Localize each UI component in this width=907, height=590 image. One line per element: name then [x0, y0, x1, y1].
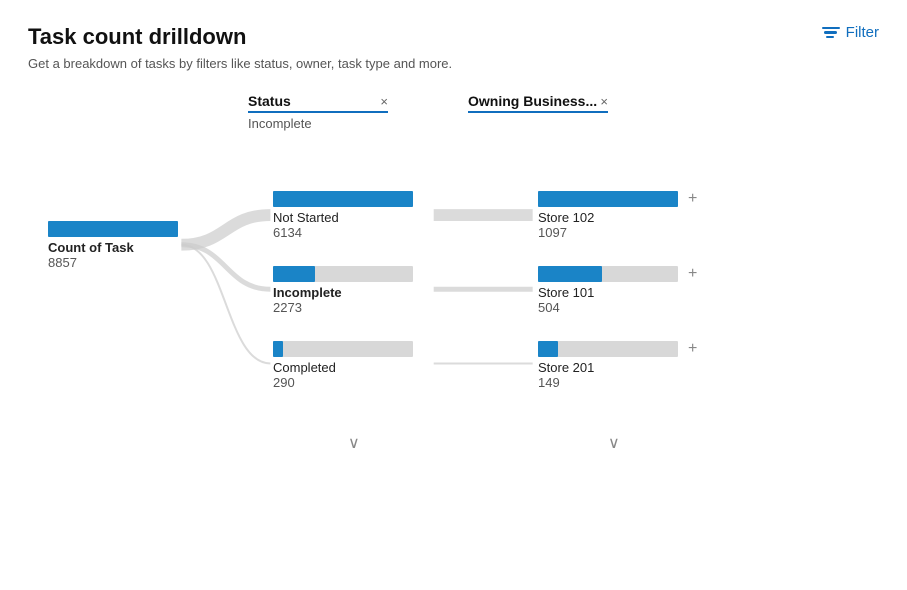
header-row: Task count drilldown Filter: [28, 24, 879, 50]
store-102-expand[interactable]: +: [688, 191, 697, 207]
node-store-102[interactable]: + Store 102 1097: [538, 191, 697, 240]
store-201-value: 149: [538, 375, 697, 390]
node-incomplete[interactable]: Incomplete 2273: [273, 266, 413, 315]
filter-button[interactable]: Filter: [822, 24, 879, 41]
completed-label: Completed: [273, 360, 413, 375]
middle-chevron[interactable]: ∨: [348, 433, 360, 453]
owning-business-filter-label: Owning Business...: [468, 93, 597, 109]
status-filter-label: Status: [248, 93, 291, 109]
root-value: 8857: [48, 255, 178, 270]
page-subtitle: Get a breakdown of tasks by filters like…: [28, 56, 879, 71]
completed-value: 290: [273, 375, 413, 390]
store-102-value: 1097: [538, 225, 697, 240]
owning-business-filter[interactable]: Owning Business... ×: [468, 93, 608, 131]
status-filter[interactable]: Status × Incomplete: [248, 93, 388, 131]
store-102-label: Store 102: [538, 210, 697, 225]
root-label: Count of Task: [48, 240, 178, 255]
store-201-label: Store 201: [538, 360, 697, 375]
filter-row: Status × Incomplete Owning Business... ×: [248, 93, 879, 131]
node-not-started[interactable]: Not Started 6134: [273, 191, 413, 240]
sankey-area: Count of Task 8857 Not Started 6134: [28, 149, 879, 479]
right-chevron[interactable]: ∨: [608, 433, 620, 453]
not-started-label: Not Started: [273, 210, 413, 225]
filter-label: Filter: [846, 24, 879, 41]
sankey-connectors: [28, 149, 879, 479]
page: Task count drilldown Filter Get a breakd…: [0, 0, 907, 590]
store-201-expand[interactable]: +: [688, 341, 697, 357]
incomplete-label: Incomplete: [273, 285, 413, 300]
status-filter-close[interactable]: ×: [380, 94, 388, 109]
page-title: Task count drilldown: [28, 24, 246, 50]
status-filter-value: Incomplete: [248, 116, 388, 131]
store-101-expand[interactable]: +: [688, 266, 697, 282]
owning-business-filter-close[interactable]: ×: [600, 94, 608, 109]
node-store-201[interactable]: + Store 201 149: [538, 341, 697, 390]
store-101-label: Store 101: [538, 285, 697, 300]
node-root[interactable]: Count of Task 8857: [48, 221, 178, 270]
incomplete-value: 2273: [273, 300, 413, 315]
not-started-value: 6134: [273, 225, 413, 240]
filter-icon: [822, 27, 840, 39]
store-101-value: 504: [538, 300, 697, 315]
node-completed[interactable]: Completed 290: [273, 341, 413, 390]
node-store-101[interactable]: + Store 101 504: [538, 266, 697, 315]
